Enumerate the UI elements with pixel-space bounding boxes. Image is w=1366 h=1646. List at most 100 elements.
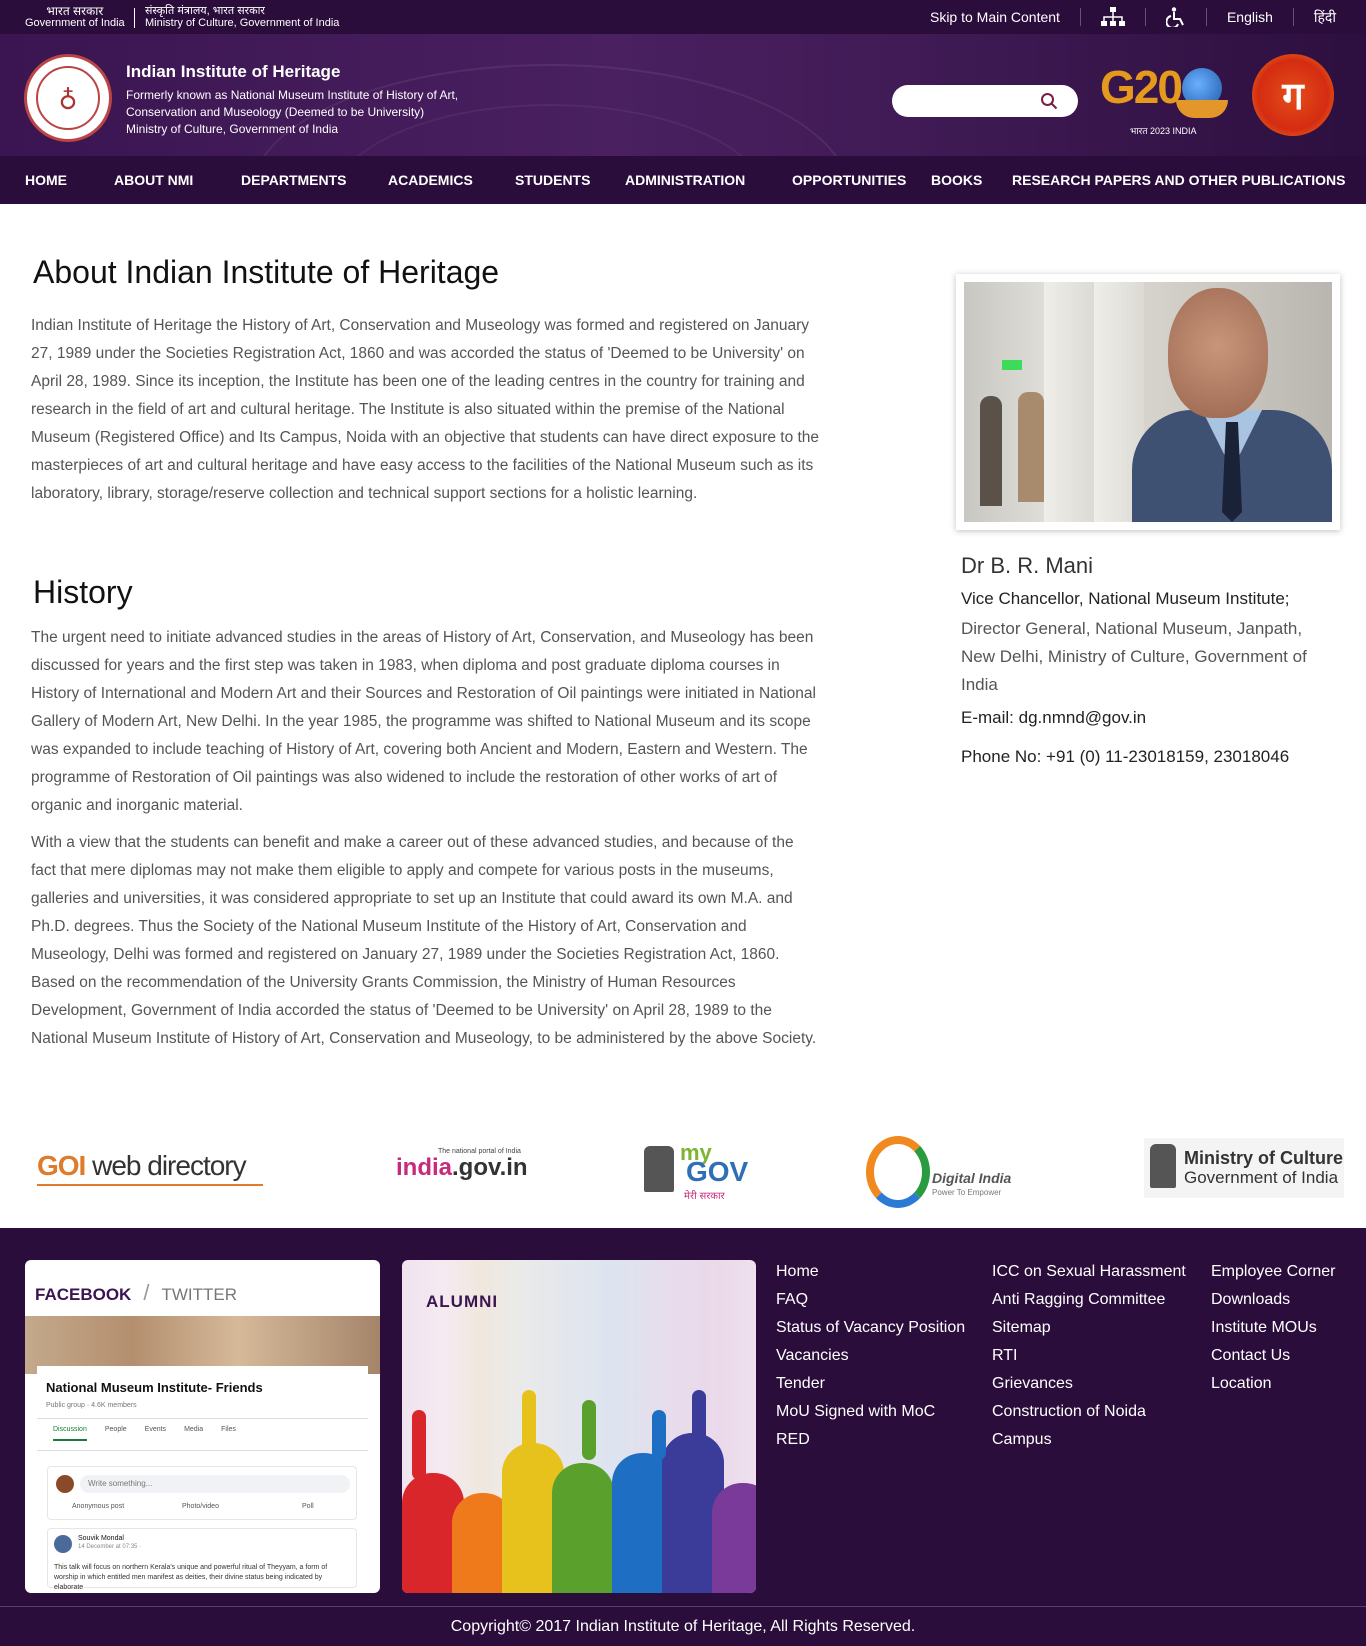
institute-title-block: Indian Institute of Heritage Formerly kn…: [126, 62, 458, 138]
nav-books[interactable]: BOOKS: [931, 172, 982, 188]
national-emblem-icon: [644, 1146, 674, 1192]
mygov-gov: GOV: [686, 1156, 749, 1187]
ministry-of-culture-logo[interactable]: Ministry of Culture Government of India: [1144, 1138, 1344, 1198]
footer-link-campus[interactable]: Campus: [992, 1426, 1186, 1454]
g20-caption: भारत 2023 INDIA: [1130, 126, 1197, 136]
nav-home[interactable]: HOME: [25, 172, 67, 188]
india-gov-text: india.gov.in: [396, 1154, 528, 1182]
pillar: [1044, 282, 1094, 522]
tab-facebook[interactable]: FACEBOOK: [35, 1285, 131, 1304]
tab-separator: /: [143, 1280, 150, 1305]
copyright: Copyright© 2017 Indian Institute of Heri…: [0, 1606, 1366, 1646]
footer-link-employee-corner[interactable]: Employee Corner: [1211, 1258, 1336, 1286]
footer-link-location[interactable]: Location: [1211, 1370, 1336, 1398]
goi-text: GOI: [37, 1150, 86, 1181]
nav-students[interactable]: STUDENTS: [515, 172, 590, 188]
footer-link-downloads[interactable]: Downloads: [1211, 1286, 1336, 1314]
footer-link-sitemap[interactable]: Sitemap: [992, 1314, 1186, 1342]
footer-link-icc[interactable]: ICC on Sexual Harassment: [992, 1258, 1186, 1286]
ministry-label: संस्कृति मंत्रालय, भारत सरकार Ministry o…: [145, 5, 339, 29]
site-footer: FACEBOOK / TWITTER National Museum Institu…: [0, 1228, 1366, 1646]
gov-hindi: भारत सरकार: [46, 4, 104, 18]
search-input[interactable]: [892, 85, 1078, 117]
footer-link-rti[interactable]: RTI: [992, 1342, 1186, 1370]
language-hindi-link[interactable]: हिंदी: [1294, 8, 1366, 26]
divider: [134, 8, 135, 28]
post-body: This talk will focus on northern Kerala'…: [54, 1564, 328, 1591]
footer-link-mou-moc[interactable]: MoU Signed with MoC: [776, 1398, 965, 1426]
about-paragraph: Indian Institute of Heritage the History…: [31, 317, 820, 502]
facebook-group-card: National Museum Institute- Friends Publi…: [37, 1366, 368, 1593]
nav-research-papers[interactable]: RESEARCH PAPERS AND OTHER PUBLICATIONS: [1012, 172, 1345, 188]
accessibility-icon: [1165, 7, 1184, 27]
g20-logo[interactable]: G20 भारत 2023 INDIA: [1100, 60, 1240, 140]
group-tab-events[interactable]: Events: [145, 1426, 166, 1441]
group-tabs: Discussion People Events Media Files: [53, 1426, 236, 1441]
anonymous-post-button[interactable]: Anonymous post: [72, 1503, 124, 1510]
mygov-logo[interactable]: my GOV मेरी सरकार: [644, 1140, 754, 1202]
write-something-input[interactable]: Write something...: [80, 1475, 350, 1493]
exit-sign: [1002, 360, 1022, 370]
gov-english: Government of India: [25, 17, 125, 29]
footer-link-vacancy-status[interactable]: Status of Vacancy Position: [776, 1314, 965, 1342]
partner-logos: GOI web directory The national portal of…: [0, 1124, 1366, 1228]
institute-logo[interactable]: ♁: [24, 54, 112, 142]
government-strip: भारत सरकार Government of India संस्कृति …: [0, 0, 1366, 34]
footer-links-col-1: Home FAQ Status of Vacancy Position Vaca…: [776, 1258, 965, 1454]
footer-link-noida-construction[interactable]: Construction of Noida: [992, 1398, 1186, 1426]
footer-link-faq[interactable]: FAQ: [776, 1286, 965, 1314]
footer-link-tender[interactable]: Tender: [776, 1370, 965, 1398]
utility-nav: Skip to Main Content English हिंदी: [910, 0, 1366, 34]
group-tab-discussion[interactable]: Discussion: [53, 1426, 87, 1441]
footer-link-contact-us[interactable]: Contact Us: [1211, 1342, 1336, 1370]
nav-opportunities[interactable]: OPPORTUNITIES: [792, 172, 906, 188]
amrit-mark: ग: [1282, 76, 1304, 118]
raised-arm: [522, 1390, 536, 1460]
vc-phone: Phone No: +91 (0) 11-23018159, 23018046: [961, 747, 1290, 766]
group-name[interactable]: National Museum Institute- Friends: [46, 1380, 263, 1395]
photo: [964, 282, 1332, 522]
group-tab-media[interactable]: Media: [184, 1426, 203, 1441]
post-date: 14 December at 07:35 ·: [78, 1544, 142, 1550]
footer-links-col-2: ICC on Sexual Harassment Anti Ragging Co…: [992, 1258, 1186, 1454]
footer-link-institute-mous[interactable]: Institute MOUs: [1211, 1314, 1336, 1342]
nav-departments[interactable]: DEPARTMENTS: [241, 172, 347, 188]
footer-link-anti-ragging[interactable]: Anti Ragging Committee: [992, 1286, 1186, 1314]
footer-links-col-3: Employee Corner Downloads Institute MOUs…: [1211, 1258, 1336, 1398]
g20-text: G20: [1100, 61, 1183, 113]
photo-video-button[interactable]: Photo/video: [182, 1503, 219, 1510]
goi-web-directory-logo[interactable]: GOI web directory: [37, 1150, 263, 1186]
post-author[interactable]: Souvik Mondal: [78, 1535, 124, 1542]
sitemap-link[interactable]: [1081, 7, 1146, 26]
digital-india-icon: [866, 1136, 930, 1208]
social-tabs: FACEBOOK / TWITTER: [35, 1280, 237, 1306]
background-person: [980, 396, 1002, 506]
nav-academics[interactable]: ACADEMICS: [388, 172, 473, 188]
poll-button[interactable]: Poll: [302, 1503, 314, 1510]
group-tab-people[interactable]: People: [105, 1426, 127, 1441]
raised-arm: [412, 1410, 426, 1480]
search-icon[interactable]: [1040, 92, 1058, 110]
avatar: [54, 1535, 72, 1553]
group-tab-files[interactable]: Files: [221, 1426, 236, 1441]
accessibility-link[interactable]: [1146, 7, 1207, 27]
tab-twitter[interactable]: TWITTER: [161, 1285, 237, 1304]
face: [1168, 288, 1268, 418]
web-directory-text: web directory: [85, 1150, 247, 1181]
footer-link-red[interactable]: RED: [776, 1426, 965, 1454]
language-english-link[interactable]: English: [1207, 8, 1294, 26]
footer-link-grievances[interactable]: Grievances: [992, 1370, 1186, 1398]
alumni-panel[interactable]: ALUMNI: [402, 1260, 756, 1593]
composer: Write something... Anonymous post Photo/…: [47, 1466, 357, 1520]
divider: [37, 1450, 368, 1451]
footer-link-vacancies[interactable]: Vacancies: [776, 1342, 965, 1370]
footer-link-home[interactable]: Home: [776, 1258, 965, 1286]
skip-to-main-content-link[interactable]: Skip to Main Content: [910, 8, 1081, 26]
nav-about-nmi[interactable]: ABOUT NMI: [114, 172, 193, 188]
nav-administration[interactable]: ADMINISTRATION: [625, 172, 745, 188]
azadi-ka-amrit-mahotsav-logo[interactable]: ग: [1252, 54, 1334, 136]
gov-in-text: .gov.in: [452, 1154, 528, 1181]
ministry-english: Ministry of Culture, Government of India: [145, 17, 340, 29]
india-text: india: [396, 1154, 453, 1181]
digital-india-logo[interactable]: Digital India Power To Empower: [866, 1136, 1026, 1212]
